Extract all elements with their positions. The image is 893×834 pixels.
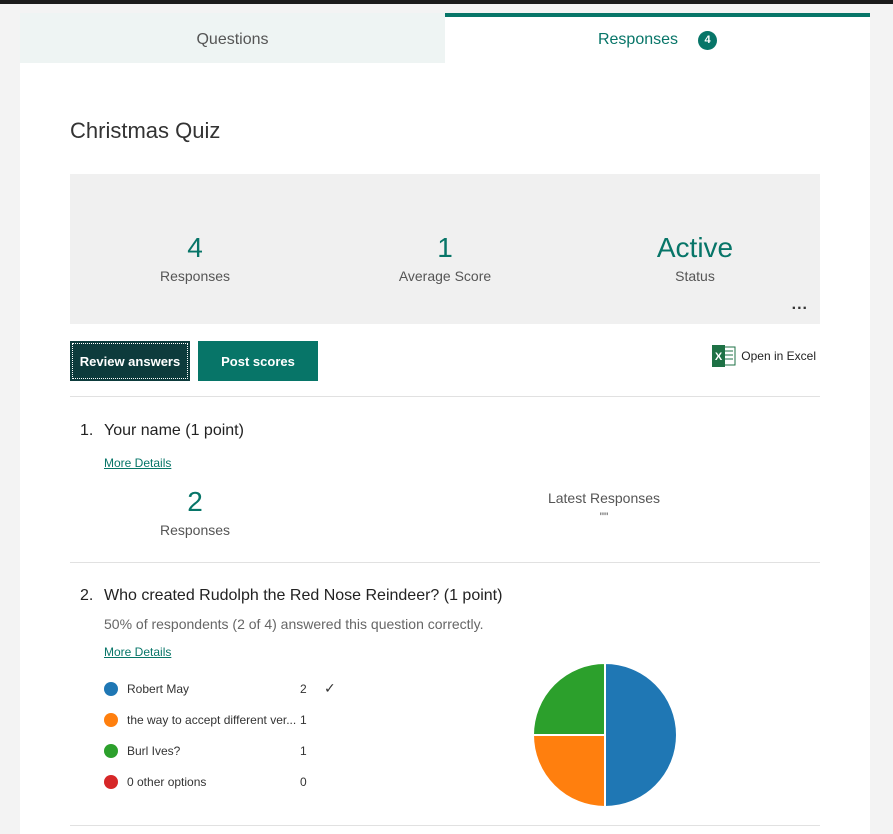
question-1-responses-value: 2 <box>187 486 203 517</box>
legend-dot <box>104 774 118 789</box>
responses-count-badge: 4 <box>698 30 718 50</box>
review-answers-button[interactable]: Review answers <box>70 341 190 381</box>
legend-count: 2 <box>300 681 307 696</box>
question-2-legend: Robert May 2 ✓ the way to accept differe… <box>104 673 364 797</box>
question-2-text: Who created Rudolph the Red Nose Reindee… <box>104 587 503 604</box>
question-2-title: 2. Who created Rudolph the Red Nose Reind… <box>80 587 502 605</box>
stat-responses-label: Responses <box>159 268 231 284</box>
question-2-more-details-link[interactable]: More Details <box>104 645 171 659</box>
legend-item: Burl Ives? 1 <box>104 735 364 766</box>
latest-responses-label: Latest Responses <box>547 490 661 506</box>
check-icon: ✓ <box>324 680 336 696</box>
legend-label: 0 other options <box>127 774 207 789</box>
stat-average-score: 1 Average Score <box>320 232 570 284</box>
tab-questions-label: Questions <box>196 31 269 48</box>
stat-status-label: Status <box>675 268 715 284</box>
stat-average-score-label: Average Score <box>398 268 492 284</box>
svg-text:X: X <box>715 351 723 363</box>
question-2-number: 2. <box>80 587 94 604</box>
responses-panel: Christmas Quiz 4 Responses 1 Average Sco… <box>20 63 870 834</box>
summary-box: 4 Responses 1 Average Score Active Statu… <box>70 174 820 324</box>
question-1-more-details-link[interactable]: More Details <box>104 456 171 470</box>
question-2-pie-chart <box>532 662 678 808</box>
legend-item: the way to accept different ver... 1 <box>104 704 364 735</box>
pie-slice <box>604 662 678 808</box>
top-bar <box>0 0 893 4</box>
legend-dot <box>104 712 118 727</box>
question-1-title: 1. Your name (1 point) <box>80 422 244 440</box>
stat-responses: 4 Responses <box>70 232 320 284</box>
question-1-responses: 2 Responses <box>120 486 270 538</box>
legend-dot <box>104 743 118 758</box>
tab-questions[interactable]: Questions <box>20 13 445 63</box>
tab-responses[interactable]: Responses 4 <box>445 13 870 63</box>
page-title: Christmas Quiz <box>70 118 221 143</box>
question-1-number: 1. <box>80 422 94 439</box>
tab-bar: Questions Responses 4 <box>20 13 870 63</box>
legend-item: Robert May 2 ✓ <box>104 673 364 704</box>
question-1-responses-label: Responses <box>159 522 231 538</box>
stat-responses-value: 4 <box>187 232 203 263</box>
stat-status-value: Active <box>656 232 734 263</box>
legend-label: Robert May <box>127 681 190 696</box>
open-in-excel-link[interactable]: X Open in Excel <box>712 345 816 367</box>
question-1-latest: Latest Responses "" <box>504 490 704 524</box>
legend-dot <box>104 681 118 696</box>
stat-average-score-value: 1 <box>437 232 453 263</box>
tab-responses-label: Responses <box>597 31 679 48</box>
question-2-summary: 50% of respondents (2 of 4) answered thi… <box>104 616 484 632</box>
legend-count: 1 <box>300 743 307 758</box>
latest-responses-value: "" <box>599 510 609 524</box>
pie-slice <box>532 662 606 736</box>
excel-icon: X <box>712 345 736 367</box>
divider <box>70 562 820 563</box>
divider <box>70 396 820 397</box>
legend-label: the way to accept different ver... <box>127 712 297 727</box>
legend-item: 0 other options 0 <box>104 766 364 797</box>
legend-count: 0 <box>300 774 307 789</box>
legend-label: Burl Ives? <box>127 743 181 758</box>
divider <box>70 825 820 826</box>
pie-slice <box>532 734 606 808</box>
open-in-excel-label: Open in Excel <box>741 349 816 363</box>
stat-status: Active Status <box>570 232 820 284</box>
post-scores-button[interactable]: Post scores <box>198 341 318 381</box>
legend-count: 1 <box>300 712 307 727</box>
question-1-text: Your name (1 point) <box>104 422 244 439</box>
ellipsis-icon[interactable]: ... <box>792 296 808 314</box>
